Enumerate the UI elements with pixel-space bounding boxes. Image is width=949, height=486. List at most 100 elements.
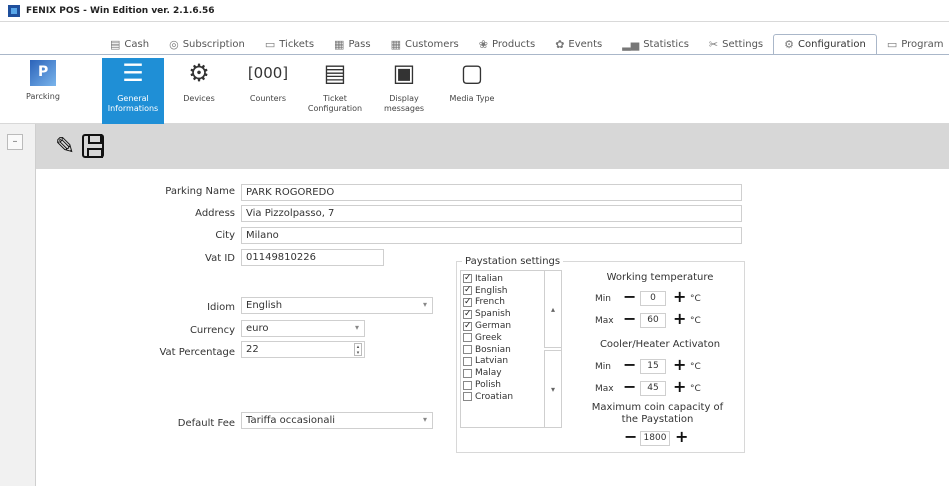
checkbox-english[interactable]: ✓	[463, 286, 472, 296]
work-min-decrement-button[interactable]: −	[623, 289, 636, 305]
checkbox-polish[interactable]	[463, 380, 472, 390]
cooler-heater-title: Cooler/Heater Activaton	[599, 339, 721, 350]
products-icon: ❀	[478, 37, 488, 51]
vat-percentage-label: Vat Percentage	[159, 347, 235, 358]
cooler-max-decrement-button[interactable]: −	[623, 379, 636, 395]
chevron-down-icon: ▾	[422, 415, 427, 424]
ribbon-counters[interactable]: [000] Counters	[240, 58, 296, 124]
checkbox-italian[interactable]: ✓	[463, 274, 472, 284]
left-panel-strip: –	[0, 124, 36, 486]
tab-subscription[interactable]: ◎ Subscription	[159, 34, 255, 54]
checkbox-spanish[interactable]: ✓	[463, 309, 472, 319]
list-item[interactable]: ✓ Italian	[463, 273, 513, 285]
tab-settings[interactable]: ✂ Settings	[699, 34, 773, 54]
cooler-min-value[interactable]: 15	[640, 359, 666, 374]
cooler-min-decrement-button[interactable]: −	[623, 357, 636, 373]
currency-label: Currency	[189, 325, 235, 336]
ribbon-general-informations[interactable]: ☰ General Informations	[102, 58, 164, 124]
tickets-icon: ▭	[264, 37, 276, 51]
edit-toolbar: ✎	[36, 124, 949, 169]
idiom-select[interactable]: English ▾	[241, 297, 433, 314]
checkbox-croatian[interactable]	[463, 392, 472, 402]
list-item[interactable]: Croatian	[463, 391, 513, 403]
unit-label: °C	[690, 316, 701, 326]
tab-products[interactable]: ❀ Products	[469, 34, 545, 54]
ribbon-media-type[interactable]: ▢ Media Type	[444, 58, 500, 124]
checkbox-latvian[interactable]	[463, 356, 472, 366]
statistics-icon: ▂▅	[622, 37, 640, 51]
unit-label: °C	[690, 384, 701, 394]
customers-icon: ▦	[390, 37, 401, 51]
coin-decrement-button[interactable]: −	[624, 429, 637, 445]
ribbon-devices[interactable]: ⚙ Devices	[170, 58, 228, 124]
checkbox-greek[interactable]	[463, 333, 472, 343]
ticket-config-icon: ▤	[323, 59, 347, 87]
parking-name-field[interactable]: PARK ROGOREDO	[241, 184, 742, 201]
configuration-icon: ⚙	[784, 38, 795, 51]
parking-button[interactable]: Parcking	[18, 58, 68, 116]
app-logo-icon	[8, 4, 20, 17]
tab-pass[interactable]: ▦ Pass	[324, 34, 381, 54]
address-label: Address	[195, 208, 235, 219]
cooler-max-value[interactable]: 45	[640, 381, 666, 396]
scroll-down-button[interactable]: ▾	[544, 350, 562, 428]
save-icon[interactable]	[80, 132, 106, 160]
collapse-button[interactable]: –	[7, 134, 23, 150]
ribbon-ticket-configuration[interactable]: ▤ Ticket Configuration	[306, 58, 364, 124]
chevron-down-icon: ▾	[422, 300, 427, 309]
vat-percentage-stepper[interactable]: 22 ▴ ▾	[241, 341, 365, 358]
tab-program[interactable]: ▭ Program	[877, 34, 949, 54]
list-item[interactable]: Bosnian	[463, 344, 513, 356]
work-min-increment-button[interactable]: +	[673, 289, 686, 305]
list-item[interactable]: ✓ German	[463, 320, 513, 332]
parking-name-label: Parking Name	[165, 186, 235, 197]
working-temperature-title: Working temperature	[606, 272, 714, 283]
events-icon: ✿	[555, 37, 565, 51]
unit-label: °C	[690, 362, 701, 372]
tab-statistics[interactable]: ▂▅ Statistics	[612, 34, 699, 54]
default-fee-select[interactable]: Tariffa occasionali ▾	[241, 412, 433, 429]
program-icon: ▭	[886, 37, 898, 51]
vat-id-field[interactable]: 01149810226	[241, 249, 384, 266]
tab-customers[interactable]: ▦ Customers	[381, 34, 469, 54]
cooler-max-label: Max	[595, 384, 614, 394]
scroll-up-button[interactable]: ▴	[544, 270, 562, 348]
sliders-icon: ☰	[122, 59, 144, 87]
tab-tickets[interactable]: ▭ Tickets	[255, 34, 324, 54]
checkbox-malay[interactable]	[463, 368, 472, 378]
work-min-value[interactable]: 0	[640, 291, 666, 306]
checkbox-german[interactable]: ✓	[463, 321, 472, 331]
work-min-label: Min	[595, 294, 611, 304]
cooler-max-increment-button[interactable]: +	[673, 379, 686, 395]
work-max-decrement-button[interactable]: −	[623, 311, 636, 327]
edit-pencil-icon[interactable]: ✎	[52, 132, 78, 160]
language-items: ✓ Italian ✓ English ✓ French ✓ Spanish ✓ Germ…	[463, 273, 513, 403]
tab-cash[interactable]: ▤ Cash	[100, 34, 159, 54]
city-field[interactable]: Milano	[241, 227, 742, 244]
cooler-min-increment-button[interactable]: +	[673, 357, 686, 373]
tab-configuration[interactable]: ⚙ Configuration	[773, 34, 877, 54]
currency-select[interactable]: euro ▾	[241, 320, 365, 337]
coin-increment-button[interactable]: +	[675, 429, 688, 445]
spin-buttons[interactable]: ▴ ▾	[354, 343, 362, 356]
list-item[interactable]: ✓ English	[463, 285, 513, 297]
list-item[interactable]: Malay	[463, 367, 513, 379]
cash-icon: ▤	[110, 37, 121, 51]
list-item[interactable]: ✓ French	[463, 297, 513, 309]
work-max-value[interactable]: 60	[640, 313, 666, 328]
main-tabs: ▤ Cash ◎ Subscription ▭ Tickets ▦ Pass ▦ Cust…	[100, 34, 949, 54]
list-item[interactable]: Polish	[463, 379, 513, 391]
checkbox-french[interactable]: ✓	[463, 297, 472, 307]
checkbox-bosnian[interactable]	[463, 345, 472, 355]
work-max-increment-button[interactable]: +	[673, 311, 686, 327]
media-icon: ▢	[460, 59, 484, 87]
list-item[interactable]: ✓ Spanish	[463, 308, 513, 320]
list-item[interactable]: Greek	[463, 332, 513, 344]
list-item[interactable]: Latvian	[463, 356, 513, 368]
city-label: City	[215, 230, 235, 241]
ribbon-display-messages[interactable]: ▣ Display messages	[374, 58, 434, 124]
coin-capacity-value[interactable]: 1800	[640, 431, 670, 446]
address-field[interactable]: Via Pizzolpasso, 7	[241, 205, 742, 222]
unit-label: °C	[690, 294, 701, 304]
tab-events[interactable]: ✿ Events	[545, 34, 612, 54]
